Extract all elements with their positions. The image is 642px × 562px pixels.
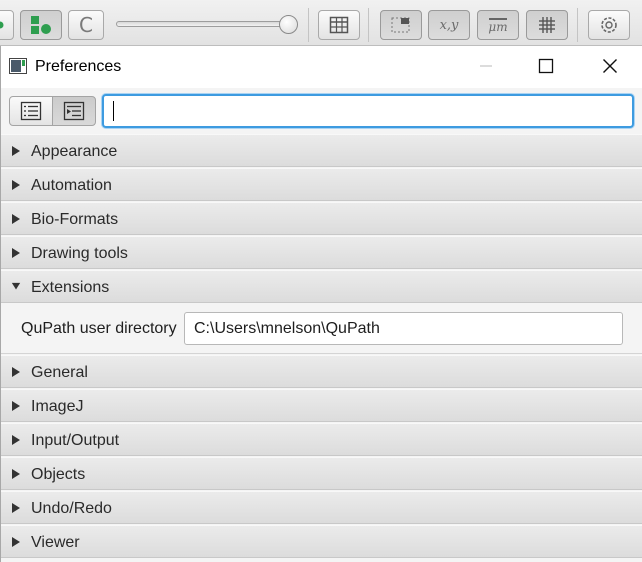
settings-gear-icon: [601, 17, 617, 33]
maximize-icon: [538, 58, 554, 74]
expand-arrow-icon: [12, 146, 20, 156]
property-label: QuPath user directory: [21, 320, 177, 337]
scalebar-um-icon: μm: [488, 17, 508, 34]
category-label: Appearance: [31, 143, 118, 160]
user-directory-field[interactable]: [184, 312, 623, 345]
close-button[interactable]: [587, 46, 633, 86]
minimize-button[interactable]: [463, 46, 509, 86]
category-label: ImageJ: [31, 398, 84, 415]
expand-arrow-icon: [12, 537, 20, 547]
expand-arrow-icon: [12, 469, 20, 479]
category-drawing-tools[interactable]: Drawing tools: [1, 236, 642, 269]
record-icon: [0, 21, 4, 29]
expand-arrow-icon: [12, 435, 20, 445]
toolbar-separator: [308, 8, 309, 42]
category-bio-formats[interactable]: Bio-Formats: [1, 202, 642, 235]
show-alphabetical-button[interactable]: [52, 96, 96, 126]
category-viewer[interactable]: Viewer: [1, 525, 642, 558]
category-label: Undo/Redo: [31, 500, 112, 517]
collapse-arrow-icon: [11, 282, 21, 290]
zoom-slider-thumb[interactable]: [279, 15, 298, 34]
category-appearance[interactable]: Appearance: [1, 134, 642, 167]
window-title-bar[interactable]: Preferences: [1, 46, 642, 88]
toolbar-separator: [368, 8, 369, 42]
qupath-app: C x,y μm Preferences Appearance Automati…: [0, 0, 642, 562]
region-icon: [391, 17, 410, 33]
xy-coordinates-icon: x,y: [439, 17, 459, 33]
show-categories-button[interactable]: [9, 96, 53, 126]
expand-arrow-icon: [12, 367, 20, 377]
property-row-user-directory: QuPath user directory: [1, 304, 642, 354]
categorized-list-icon: [20, 101, 42, 121]
minimize-icon: [480, 65, 492, 67]
category-label: Automation: [31, 177, 112, 194]
toolbar-separator: [577, 8, 578, 42]
category-label: Drawing tools: [31, 245, 128, 262]
show-grid-button[interactable]: [526, 10, 568, 40]
category-input-output[interactable]: Input/Output: [1, 423, 642, 456]
category-label: Input/Output: [31, 432, 120, 449]
measurement-table-button[interactable]: [318, 10, 360, 40]
category-objects[interactable]: Objects: [1, 457, 642, 490]
brush-c-icon: C: [79, 13, 93, 37]
maximize-button[interactable]: [523, 46, 569, 86]
expand-arrow-icon: [12, 180, 20, 190]
category-undo-redo[interactable]: Undo/Redo: [1, 491, 642, 524]
close-icon: [603, 59, 617, 73]
category-label: Extensions: [31, 279, 110, 296]
category-label: Bio-Formats: [31, 211, 119, 228]
show-overview-button[interactable]: [380, 10, 422, 40]
show-objects-button[interactable]: [20, 10, 62, 40]
record-button[interactable]: [0, 10, 14, 40]
category-label: Objects: [31, 466, 86, 483]
text-caret: [113, 101, 114, 121]
zoom-slider-track[interactable]: [116, 21, 294, 27]
grid-icon: [539, 17, 555, 33]
search-input[interactable]: [102, 94, 634, 128]
expand-arrow-icon: [12, 503, 20, 513]
tree-structure-icon: [31, 16, 51, 34]
category-automation[interactable]: Automation: [1, 168, 642, 201]
tree-list-icon: [63, 101, 85, 121]
show-cursor-location-button[interactable]: x,y: [428, 10, 470, 40]
main-toolbar: C x,y μm: [0, 0, 642, 46]
category-extensions[interactable]: Extensions: [1, 270, 642, 303]
expand-arrow-icon: [12, 214, 20, 224]
preferences-window: Preferences Appearance Automation Bio-Fo…: [0, 46, 642, 562]
category-general[interactable]: General: [1, 355, 642, 388]
window-title: Preferences: [35, 58, 122, 75]
brush-tool-button[interactable]: C: [68, 10, 104, 40]
show-scalebar-button[interactable]: μm: [477, 10, 519, 40]
table-icon: [329, 16, 349, 34]
category-label: General: [31, 364, 88, 381]
expand-arrow-icon: [12, 401, 20, 411]
expand-arrow-icon: [12, 248, 20, 258]
qupath-window-icon: [9, 58, 27, 74]
category-label: Viewer: [31, 534, 80, 551]
preferences-button[interactable]: [588, 10, 630, 40]
category-imagej[interactable]: ImageJ: [1, 389, 642, 422]
